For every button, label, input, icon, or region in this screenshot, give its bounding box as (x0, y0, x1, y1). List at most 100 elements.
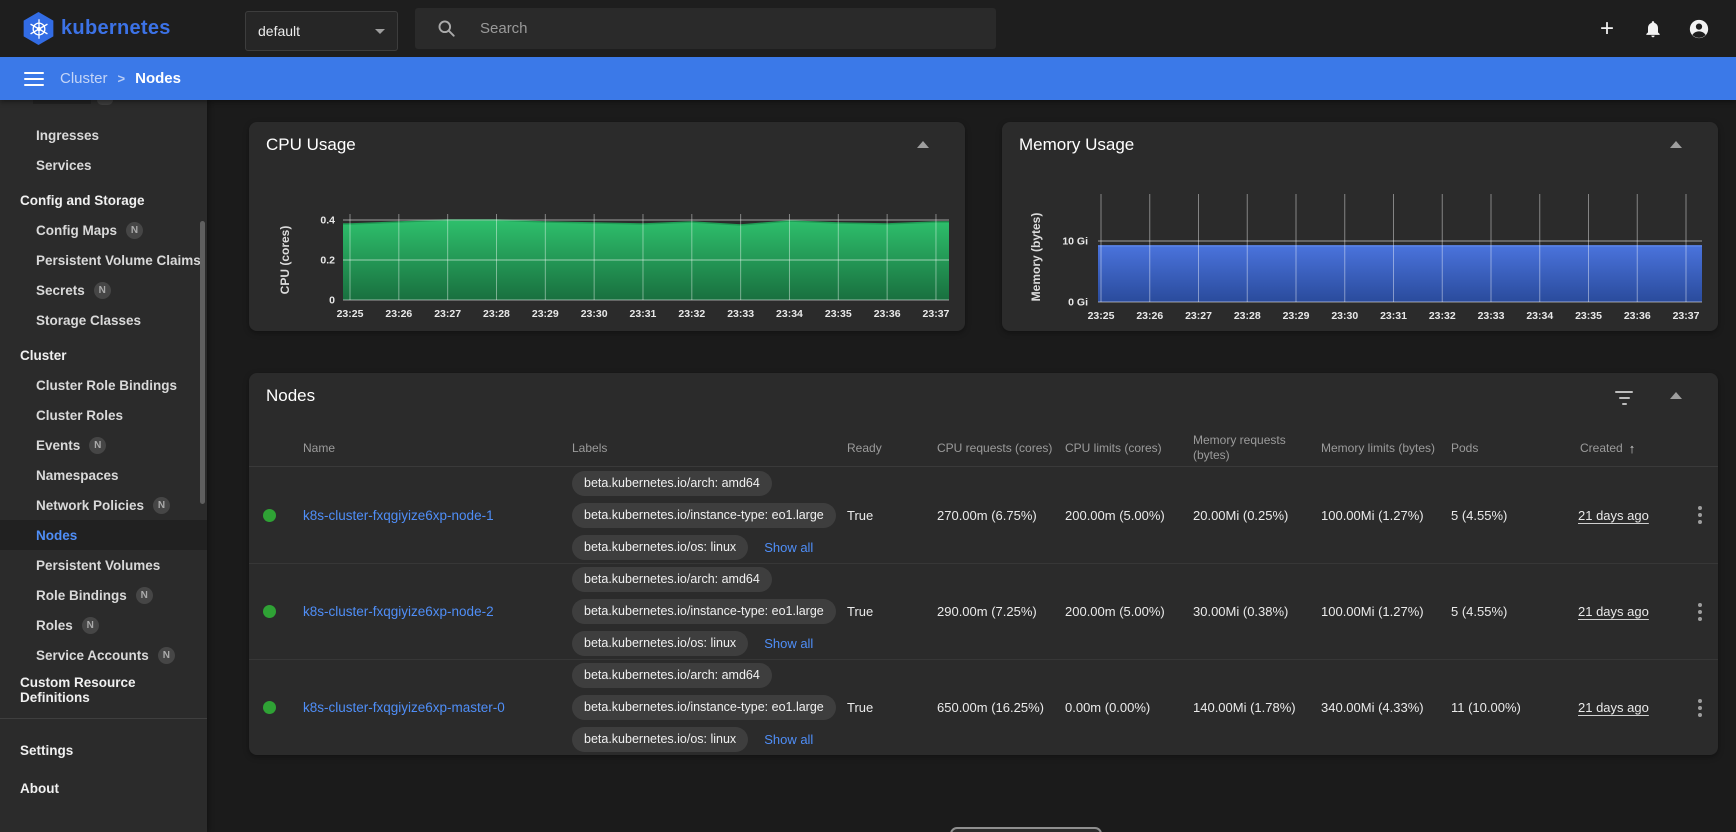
labels-cell: beta.kubernetes.io/arch: amd64beta.kuber… (552, 471, 842, 560)
filter-icon[interactable] (1614, 391, 1634, 405)
svg-text:23:26: 23:26 (385, 308, 412, 320)
namespace-selector[interactable]: default (245, 11, 398, 51)
label-chip-line: beta.kubernetes.io/os: linux Show all (572, 535, 842, 560)
svg-text:23:29: 23:29 (1283, 310, 1310, 322)
sidebar-item-service-accounts[interactable]: Service AccountsN (0, 640, 207, 670)
memory-requests-cell: 30.00Mi (0.38%) (1188, 604, 1316, 619)
svg-text:0.4: 0.4 (320, 215, 335, 227)
show-all-labels-link[interactable]: Show all (764, 636, 813, 651)
show-all-labels-link[interactable]: Show all (764, 732, 813, 747)
sidebar-item-namespaces[interactable]: Namespaces (0, 460, 207, 490)
pods-cell: 5 (4.55%) (1446, 604, 1573, 619)
kubernetes-dashboard: kubernetes default + (0, 0, 1736, 832)
column-header-name[interactable]: Name (289, 430, 552, 466)
notifications-button[interactable] (1638, 14, 1668, 44)
svg-text:23:27: 23:27 (1185, 310, 1212, 322)
column-header-cpu-limits-cores[interactable]: CPU limits (cores) (1060, 430, 1188, 466)
sidebar-item-nodes[interactable]: Nodes (0, 520, 207, 550)
row-actions-kebab-menu[interactable] (1682, 603, 1718, 621)
sidebar-item-services[interactable]: Services (0, 150, 207, 180)
node-name-link[interactable]: k8s-cluster-fxqgiyize6xp-master-0 (289, 700, 552, 715)
user-profile-button[interactable] (1684, 14, 1714, 44)
label-chip: beta.kubernetes.io/instance-type: eo1.la… (572, 503, 836, 528)
sidebar-item-cluster-role-bindings[interactable]: Cluster Role Bindings (0, 370, 207, 400)
svg-text:23:36: 23:36 (874, 308, 901, 320)
sidebar-item-role-bindings[interactable]: Role BindingsN (0, 580, 207, 610)
sidebar-item-config-maps[interactable]: Config MapsN (0, 215, 207, 245)
breadcrumb: Cluster > Nodes (60, 70, 181, 87)
node-name-link[interactable]: k8s-cluster-fxqgiyize6xp-node-1 (289, 508, 552, 523)
sidebar-divider (0, 718, 207, 719)
labels-cell: beta.kubernetes.io/arch: amd64 beta.kuber… (552, 567, 842, 656)
memory-usage-area-chart: 0 Gi10 Gi23:2523:2623:2723:2823:2923:302… (1002, 167, 1718, 331)
column-header-created[interactable]: Created↑ (1573, 430, 1682, 466)
label-chip: beta.kubernetes.io/os: linux (572, 631, 748, 656)
column-header-ready[interactable]: Ready (842, 430, 932, 466)
sidebar-item-custom-resource-definitions[interactable]: Custom Resource Definitions (0, 675, 207, 705)
sidebar-item-label: Persistent Volume Claims (36, 253, 201, 268)
label-chip-line: beta.kubernetes.io/instance-type: eo1.la… (572, 503, 842, 528)
table-row-k8s-cluster-fxqgiyize6xp-master-0: k8s-cluster-fxqgiyize6xp-master-0beta.ku… (249, 659, 1718, 755)
column-header-label: Labels (572, 441, 607, 456)
label-chip: beta.kubernetes.io/arch: amd64 (572, 567, 772, 592)
column-header-labels[interactable]: Labels (552, 430, 842, 466)
collapse-arrow-icon[interactable] (1670, 392, 1682, 400)
collapse-arrow-icon[interactable] (917, 141, 929, 149)
sidebar-item-settings[interactable]: Settings (0, 731, 207, 769)
row-actions-kebab-menu[interactable] (1682, 699, 1718, 717)
sidebar-item-roles[interactable]: RolesN (0, 610, 207, 640)
row-actions-kebab-menu[interactable] (1682, 506, 1718, 524)
collapse-arrow-icon[interactable] (1670, 141, 1682, 149)
column-header-pods[interactable]: Pods (1446, 430, 1573, 466)
labels-cell: beta.kubernetes.io/arch: amd64beta.kuber… (552, 663, 842, 752)
sidebar-item-label: Service Accounts (36, 648, 149, 663)
search-icon (437, 19, 456, 38)
sidebar-list: IngressesServicesConfig and StorageConfi… (0, 120, 207, 807)
memory-limits-cell: 100.00Mi (1.27%) (1316, 604, 1446, 619)
breadcrumb-cluster-link[interactable]: Cluster (60, 70, 108, 87)
create-resource-button[interactable]: + (1592, 14, 1622, 44)
show-all-labels-link[interactable]: Show all (764, 540, 813, 555)
svg-text:23:37: 23:37 (1673, 310, 1700, 322)
label-chip: beta.kubernetes.io/instance-type: eo1.la… (572, 695, 836, 720)
sidebar-item-storage-classes[interactable]: Storage Classes (0, 305, 207, 335)
sidebar-section-cluster: Cluster (0, 340, 207, 370)
svg-text:23:35: 23:35 (825, 308, 852, 320)
column-header-memory-limits-bytes[interactable]: Memory limits (bytes) (1316, 430, 1446, 466)
svg-text:23:30: 23:30 (581, 308, 608, 320)
new-badge: N (89, 437, 106, 454)
column-header-cpu-requests-cores[interactable]: CPU requests (cores) (932, 430, 1060, 466)
sidebar-scrollbar[interactable] (200, 221, 205, 504)
sidebar-item-ingresses[interactable]: Ingresses (0, 120, 207, 150)
sidebar-item-persistent-volumes[interactable]: Persistent Volumes (0, 550, 207, 580)
svg-text:CPU (cores): CPU (cores) (278, 226, 292, 295)
top-app-bar: kubernetes default + (0, 0, 1736, 57)
svg-text:23:29: 23:29 (532, 308, 559, 320)
sidebar-item-secrets[interactable]: SecretsN (0, 275, 207, 305)
column-header-memory-requests-bytes[interactable]: Memory requests (bytes) (1188, 430, 1316, 466)
svg-text:23:32: 23:32 (678, 308, 705, 320)
node-name-link[interactable]: k8s-cluster-fxqgiyize6xp-node-2 (289, 604, 552, 619)
sidebar-item-events[interactable]: EventsN (0, 430, 207, 460)
nodes-table-card: Nodes NameLabelsReadyCPU requests (cores… (249, 373, 1718, 755)
namespace-selector-value: default (258, 23, 300, 39)
svg-text:23:25: 23:25 (337, 308, 364, 320)
partially-visible-element (950, 827, 1102, 832)
sort-ascending-icon: ↑ (1629, 441, 1636, 456)
cpu-usage-area-chart: 00.20.423:2523:2623:2723:2823:2923:3023:… (249, 167, 965, 331)
search-input[interactable] (478, 19, 984, 38)
new-badge: N (136, 587, 153, 604)
sidebar-item-network-policies[interactable]: Network PoliciesN (0, 490, 207, 520)
sidebar-item-cluster-roles[interactable]: Cluster Roles (0, 400, 207, 430)
memory-limits-cell: 100.00Mi (1.27%) (1316, 508, 1446, 523)
sidebar-item-label: Cluster (20, 348, 67, 363)
label-chip: beta.kubernetes.io/os: linux (572, 535, 748, 560)
sidebar-item-label: Custom Resource Definitions (20, 675, 207, 705)
sidebar-item-persistent-volume-claims[interactable]: Persistent Volume ClaimsN (0, 245, 207, 275)
svg-text:23:25: 23:25 (1088, 310, 1115, 322)
cpu-limits-cell: 0.00m (0.00%) (1060, 700, 1188, 715)
sidebar-item-about[interactable]: About (0, 769, 207, 807)
status-cell (249, 605, 289, 618)
column-header-label: Pods (1451, 441, 1478, 456)
menu-button[interactable] (24, 72, 44, 86)
